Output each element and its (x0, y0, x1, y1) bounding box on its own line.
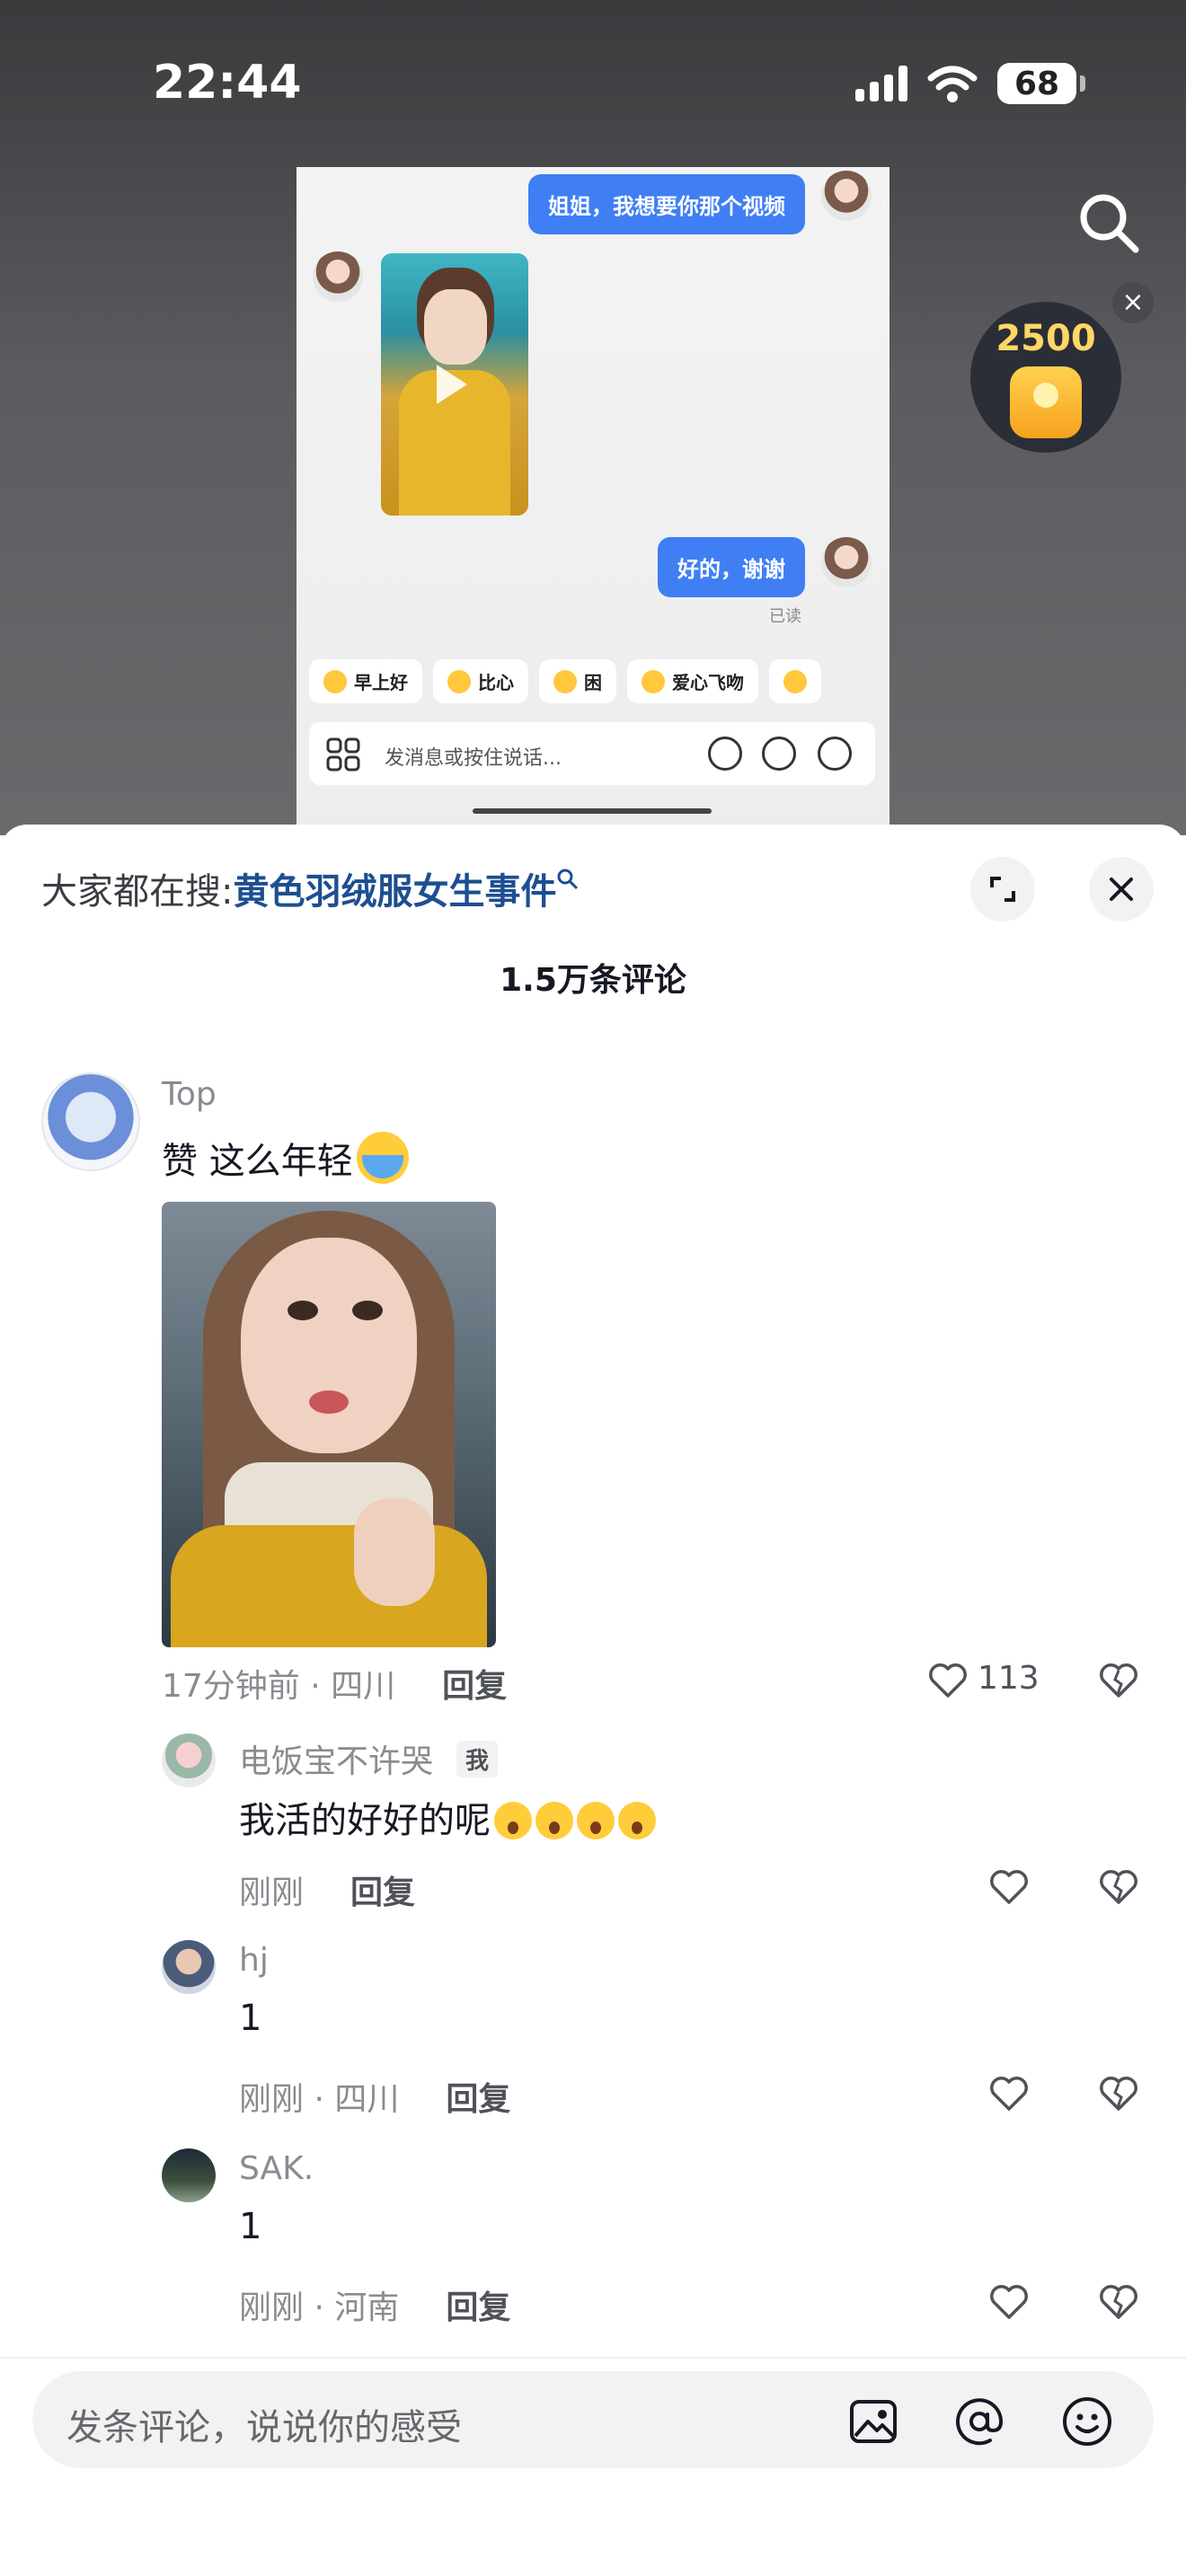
flushed-emoji-icon (494, 1802, 532, 1839)
cellular-signal-icon (855, 66, 907, 101)
search-icon (557, 869, 579, 889)
chat-avatar-other (313, 251, 363, 302)
comment-sheet: 大家都在搜:黄色羽绒服女生事件 1.5万条评论 Top 赞 这么年轻 17分钟前… (0, 825, 1186, 2576)
quick-chip: 早上好 (309, 659, 422, 703)
dislike-icon[interactable] (1098, 1660, 1139, 1701)
comment-text: 赞 这么年轻 (162, 1132, 409, 1184)
divider (0, 2357, 1186, 2359)
emoji-icon[interactable] (1060, 2395, 1114, 2448)
comment-meta: 刚刚 · 四川 回复 (239, 2081, 511, 2118)
avatar[interactable] (162, 1734, 216, 1787)
quick-chip: 比心 (433, 659, 528, 703)
flushed-emoji-icon (535, 1802, 573, 1839)
comment-meta: 刚刚 回复 (239, 1875, 416, 1911)
comment-text: 我活的好好的呢 (239, 1791, 656, 1843)
heart-icon[interactable] (988, 1866, 1030, 1908)
comment-author[interactable]: hj (239, 1942, 269, 1979)
comment-text: 1 (239, 2206, 262, 2247)
quick-chip: 爱心飞吻 (627, 659, 758, 703)
trending-search[interactable]: 大家都在搜:黄色羽绒服女生事件 (41, 862, 580, 914)
quick-chip: 困 (539, 659, 616, 703)
coin-amount: 2500 (996, 318, 1096, 359)
reply-button[interactable]: 回复 (350, 1875, 415, 1911)
close-icon[interactable]: × (1112, 282, 1154, 323)
voice-icon (708, 737, 742, 771)
chat-input-placeholder: 发消息或按住说话... (385, 747, 562, 770)
comment-text: 1 (239, 1998, 262, 2039)
video-content-chat-screenshot: 姐姐，我想要你那个视频 好的，谢谢 已读 早上好 比心 困 爱心飞吻 发消息或按… (296, 167, 890, 835)
expand-button[interactable] (970, 857, 1035, 922)
quick-reply-row: 早上好 比心 困 爱心飞吻 (309, 659, 821, 703)
heart-icon[interactable] (988, 2281, 1030, 2323)
plus-icon (818, 737, 852, 771)
comment-input-placeholder: 发条评论，说说你的感受 (66, 2407, 462, 2448)
red-envelope-icon (1010, 366, 1082, 438)
trending-topic-link[interactable]: 黄色羽绒服女生事件 (233, 871, 556, 913)
flushed-emoji-icon (618, 1802, 656, 1839)
chat-bubble-request: 姐姐，我想要你那个视频 (528, 174, 805, 234)
chat-avatar-self-2 (821, 537, 872, 587)
coin-reward-widget[interactable]: 2500 (970, 302, 1121, 453)
comment-author[interactable]: 电饭宝不许哭 (239, 1735, 433, 1782)
me-badge: 我 (456, 1741, 499, 1778)
video-player-area[interactable]: 22:44 68 姐姐，我想要你那个视频 好的，谢谢 已读 早上好 比心 困 爱… (0, 0, 1186, 835)
battery-indicator: 68 (997, 63, 1085, 104)
comment-count-title: 1.5万条评论 (500, 962, 686, 999)
comment-meta: 刚刚 · 河南 回复 (239, 2289, 511, 2326)
chat-bubble-thanks: 好的，谢谢 (658, 537, 805, 597)
comment-input[interactable]: 发条评论，说说你的感受 (32, 2371, 1154, 2468)
dislike-icon[interactable] (1098, 2281, 1139, 2323)
comment-author[interactable]: SAK. (239, 2150, 314, 2187)
flushed-emoji-icon (577, 1802, 615, 1839)
avatar[interactable] (162, 2148, 216, 2202)
like-count: 113 (978, 1660, 1040, 1697)
comment-image[interactable] (162, 1202, 496, 1647)
apps-grid-icon (326, 737, 360, 772)
emoji-icon (762, 737, 796, 771)
reply-button[interactable]: 回复 (446, 2289, 510, 2326)
close-button[interactable] (1089, 857, 1154, 922)
avatar[interactable] (162, 1940, 216, 1994)
reply-button[interactable]: 回复 (446, 2081, 510, 2118)
chat-avatar-self (821, 171, 872, 221)
search-icon[interactable] (1076, 190, 1141, 255)
quick-chip (769, 659, 821, 703)
crying-emoji-icon (356, 1132, 409, 1184)
expand-icon (990, 877, 1015, 902)
comment-meta: 17分钟前 · 四川 回复 (162, 1668, 508, 1705)
reply-button[interactable]: 回复 (442, 1668, 507, 1705)
chat-input-bar: 发消息或按住说话... (309, 722, 875, 785)
play-icon (437, 365, 467, 404)
status-time: 22:44 (153, 56, 302, 110)
heart-icon[interactable] (988, 2073, 1030, 2114)
trending-prefix: 大家都在搜: (41, 871, 234, 913)
dislike-icon[interactable] (1098, 2073, 1139, 2114)
mention-icon[interactable] (952, 2395, 1006, 2448)
home-indicator (473, 808, 712, 814)
close-icon (1110, 878, 1133, 901)
read-status: 已读 (769, 607, 801, 626)
chat-video-thumbnail (381, 253, 528, 516)
wifi-icon (927, 66, 978, 102)
comment-author[interactable]: Top (162, 1076, 217, 1113)
dislike-icon[interactable] (1098, 1866, 1139, 1908)
avatar[interactable] (41, 1072, 140, 1171)
image-picker-icon[interactable] (846, 2395, 900, 2448)
status-icons: 68 (855, 63, 1085, 104)
heart-icon[interactable] (927, 1660, 969, 1701)
